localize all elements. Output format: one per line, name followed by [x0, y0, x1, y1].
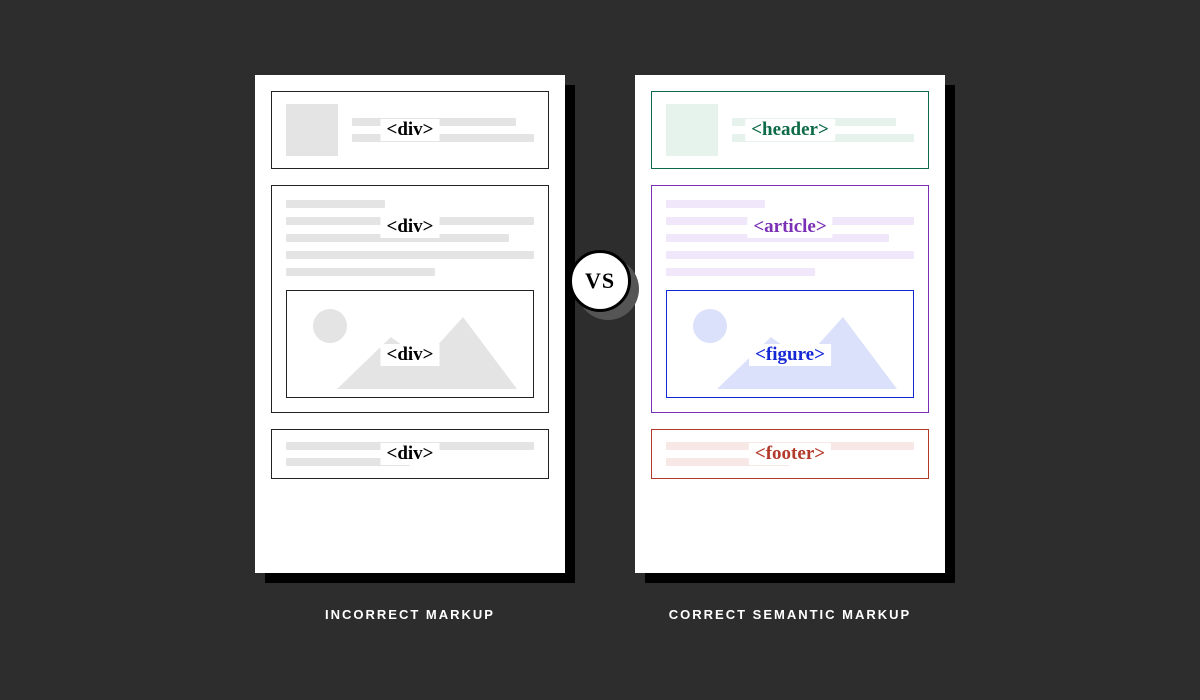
correct-article-block: <article> <figure> [651, 185, 929, 413]
comparison-diagram: <div> <div> [0, 75, 1200, 622]
correct-figure-block: <figure> [666, 290, 914, 398]
incorrect-footer-block: <div> [271, 429, 549, 479]
incorrect-caption: INCORRECT MARKUP [325, 607, 495, 622]
incorrect-header-tag: <div> [381, 119, 440, 141]
correct-figure-tag: <figure> [749, 344, 831, 366]
correct-article-tag: <article> [747, 216, 832, 238]
incorrect-article-block: <div> <div> [271, 185, 549, 413]
correct-column: <header> <article> [635, 75, 945, 622]
correct-header-tag: <header> [745, 119, 835, 141]
incorrect-figure-block: <div> [286, 290, 534, 398]
vs-badge: VS [569, 250, 631, 312]
incorrect-header-block: <div> [271, 91, 549, 169]
correct-footer-block: <footer> [651, 429, 929, 479]
vs-label: VS [569, 250, 631, 312]
correct-card: <header> <article> [635, 75, 945, 573]
correct-header-block: <header> [651, 91, 929, 169]
incorrect-article-tag: <div> [381, 216, 440, 238]
incorrect-column: <div> <div> [255, 75, 565, 622]
incorrect-card: <div> <div> [255, 75, 565, 573]
correct-caption: CORRECT SEMANTIC MARKUP [669, 607, 911, 622]
incorrect-footer-tag: <div> [381, 443, 440, 465]
incorrect-figure-tag: <div> [381, 344, 440, 366]
correct-footer-tag: <footer> [749, 443, 831, 465]
